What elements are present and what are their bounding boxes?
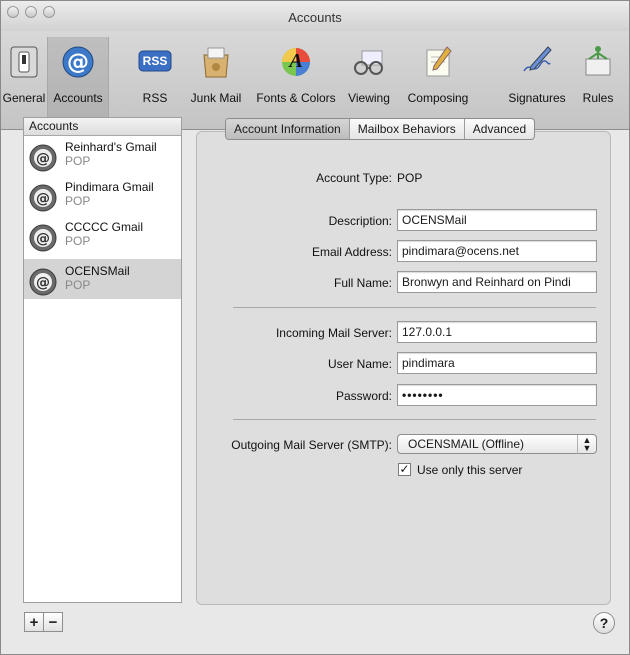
password-field[interactable]: •••••••• xyxy=(397,384,597,406)
account-name: Pindimara Gmail xyxy=(65,180,154,194)
toolbar-accounts[interactable]: @ Accounts xyxy=(47,37,109,129)
add-account-button[interactable]: + xyxy=(24,612,44,632)
toolbar-label: Viewing xyxy=(348,91,390,105)
toolbar-viewing[interactable]: Viewing xyxy=(341,41,397,111)
toolbar-label: Junk Mail xyxy=(190,91,242,105)
rss-badge-text: RSS xyxy=(142,54,168,68)
accounts-list-header: Accounts xyxy=(24,118,181,136)
toolbar-rss[interactable]: RSS RSS xyxy=(133,41,177,111)
svg-text:@: @ xyxy=(36,191,50,207)
signature-pen-icon xyxy=(523,46,552,72)
email-address-field[interactable]: pindimara@ocens.net xyxy=(397,240,597,262)
user-name-field[interactable]: pindimara xyxy=(397,352,597,374)
toolbar-label: Composing xyxy=(407,91,469,105)
toolbar-label: Rules xyxy=(582,91,614,105)
email-address-label: Email Address: xyxy=(311,245,392,259)
section-divider xyxy=(233,419,596,420)
password-label: Password: xyxy=(335,389,392,403)
at-account-icon: @ xyxy=(29,184,57,212)
tab-account-information[interactable]: Account Information xyxy=(226,119,350,139)
preferences-toolbar: General @ Accounts RSS RSS Junk Mail A F… xyxy=(1,31,629,130)
account-row[interactable]: @ CCCCC Gmail POP xyxy=(24,215,181,255)
account-type: POP xyxy=(65,194,91,208)
switch-icon xyxy=(10,46,38,78)
section-divider xyxy=(233,307,596,308)
smtp-server-select[interactable]: OCENSMAIL (Offline) ▲ ▼ xyxy=(397,434,597,454)
pencil-pad-icon xyxy=(426,46,452,77)
toolbar-label: Accounts xyxy=(53,91,103,105)
toolbar-label: RSS xyxy=(142,91,168,105)
svg-text:@: @ xyxy=(36,275,50,291)
toolbar-label: Fonts & Colors xyxy=(256,91,336,105)
svg-text:@: @ xyxy=(36,151,50,167)
rules-icon xyxy=(585,46,611,76)
incoming-server-field[interactable]: 127.0.0.1 xyxy=(397,321,597,343)
use-only-this-server-label: Use only this server xyxy=(417,463,523,477)
toolbar-fonts-colors[interactable]: A Fonts & Colors xyxy=(253,41,339,111)
accounts-list[interactable]: Accounts @ Reinhard's Gmail POP @ Pindim… xyxy=(23,117,182,603)
at-account-icon: @ xyxy=(29,268,57,296)
account-type: POP xyxy=(65,154,91,168)
full-name-field[interactable]: Bronwyn and Reinhard on Pindi xyxy=(397,271,597,293)
description-label: Description: xyxy=(328,214,392,228)
svg-text:@: @ xyxy=(36,231,50,247)
account-type: POP xyxy=(65,278,91,292)
at-account-icon: @ xyxy=(29,144,57,172)
toolbar-label: General xyxy=(2,91,46,105)
toolbar-signatures[interactable]: Signatures xyxy=(501,41,573,111)
window-title: Accounts xyxy=(288,10,342,25)
account-tabs: Account Information Mailbox Behaviors Ad… xyxy=(225,118,536,140)
tab-advanced[interactable]: Advanced xyxy=(465,119,534,139)
toolbar-label: Signatures xyxy=(508,91,566,105)
at-account-icon: @ xyxy=(29,224,57,252)
junk-mail-icon xyxy=(203,47,229,78)
toolbar-rules[interactable]: Rules xyxy=(575,41,621,111)
at-sign-icon: @ xyxy=(62,46,94,78)
tab-mailbox-behaviors[interactable]: Mailbox Behaviors xyxy=(350,119,465,139)
account-type: POP xyxy=(65,234,91,248)
account-name: OCENSMail xyxy=(65,264,130,278)
smtp-server-value: OCENSMAIL (Offline) xyxy=(408,437,525,451)
account-row[interactable]: @ Pindimara Gmail POP xyxy=(24,175,181,215)
remove-account-button[interactable]: − xyxy=(43,612,63,632)
user-name-label: User Name: xyxy=(327,357,392,371)
account-type-label: Account Type: xyxy=(316,171,392,185)
account-type-value: POP xyxy=(397,171,423,185)
smtp-server-label: Outgoing Mail Server (SMTP): xyxy=(231,438,392,452)
glasses-icon xyxy=(354,50,383,75)
title-bar: Accounts xyxy=(1,1,629,31)
toolbar-composing[interactable]: Composing xyxy=(399,41,477,111)
account-row[interactable]: @ Reinhard's Gmail POP xyxy=(24,135,181,175)
account-name: CCCCC Gmail xyxy=(65,220,143,234)
incoming-server-label: Incoming Mail Server: xyxy=(275,326,392,340)
fonts-badge-text: A xyxy=(289,50,303,72)
select-arrows-icon: ▲ ▼ xyxy=(577,435,596,454)
toolbar-junk-mail[interactable]: Junk Mail xyxy=(181,41,251,111)
use-only-this-server-checkbox[interactable]: ✓ xyxy=(398,463,411,476)
svg-text:@: @ xyxy=(67,50,89,75)
account-row-selected[interactable]: @ OCENSMail POP xyxy=(24,259,181,299)
help-button[interactable]: ? xyxy=(593,612,615,634)
toolbar-general[interactable]: General xyxy=(1,41,47,111)
account-name: Reinhard's Gmail xyxy=(65,140,157,154)
full-name-label: Full Name: xyxy=(333,276,392,290)
description-field[interactable]: OCENSMail xyxy=(397,209,597,231)
